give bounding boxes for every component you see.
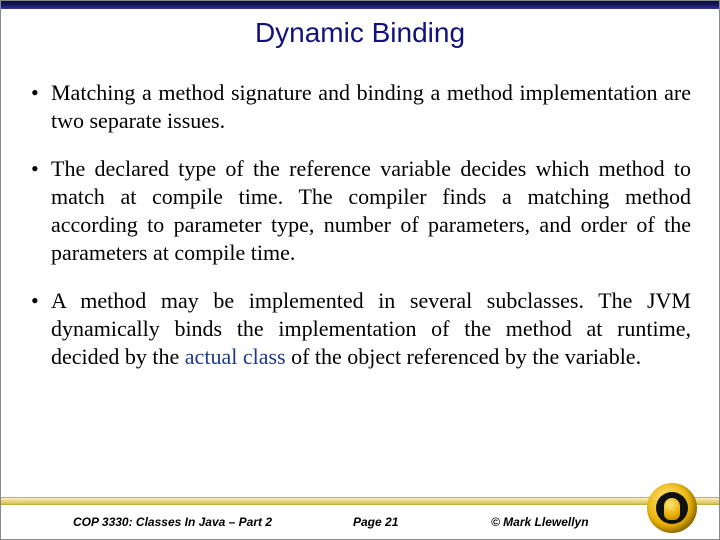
- slide-title: Dynamic Binding: [1, 17, 719, 49]
- bullet-item: • A method may be implemented in several…: [31, 287, 691, 371]
- footer: COP 3330: Classes In Java – Part 2 Page …: [1, 505, 719, 539]
- footer-copyright: © Mark Llewellyn: [491, 515, 589, 529]
- bullet-text-post: of the object referenced by the variable…: [286, 344, 641, 369]
- bullet-item: • Matching a method signature and bindin…: [31, 79, 691, 135]
- bullet-text: The declared type of the reference varia…: [51, 155, 691, 267]
- footer-course: COP 3330: Classes In Java – Part 2: [73, 515, 272, 529]
- bullet-item: • The declared type of the reference var…: [31, 155, 691, 267]
- footer-page-number: Page 21: [353, 515, 398, 529]
- ucf-logo-icon: [647, 483, 697, 533]
- bullet-marker: •: [31, 79, 51, 135]
- slide: Dynamic Binding • Matching a method sign…: [0, 0, 720, 540]
- keyword-actual-class: actual class: [185, 344, 286, 369]
- slide-body: • Matching a method signature and bindin…: [31, 79, 691, 479]
- bullet-marker: •: [31, 155, 51, 267]
- footer-accent-bar: [1, 497, 719, 505]
- logo-pegasus: [664, 498, 680, 520]
- bullet-marker: •: [31, 287, 51, 371]
- bullet-text: Matching a method signature and binding …: [51, 79, 691, 135]
- top-accent-bar: [1, 1, 719, 9]
- bullet-text: A method may be implemented in several s…: [51, 287, 691, 371]
